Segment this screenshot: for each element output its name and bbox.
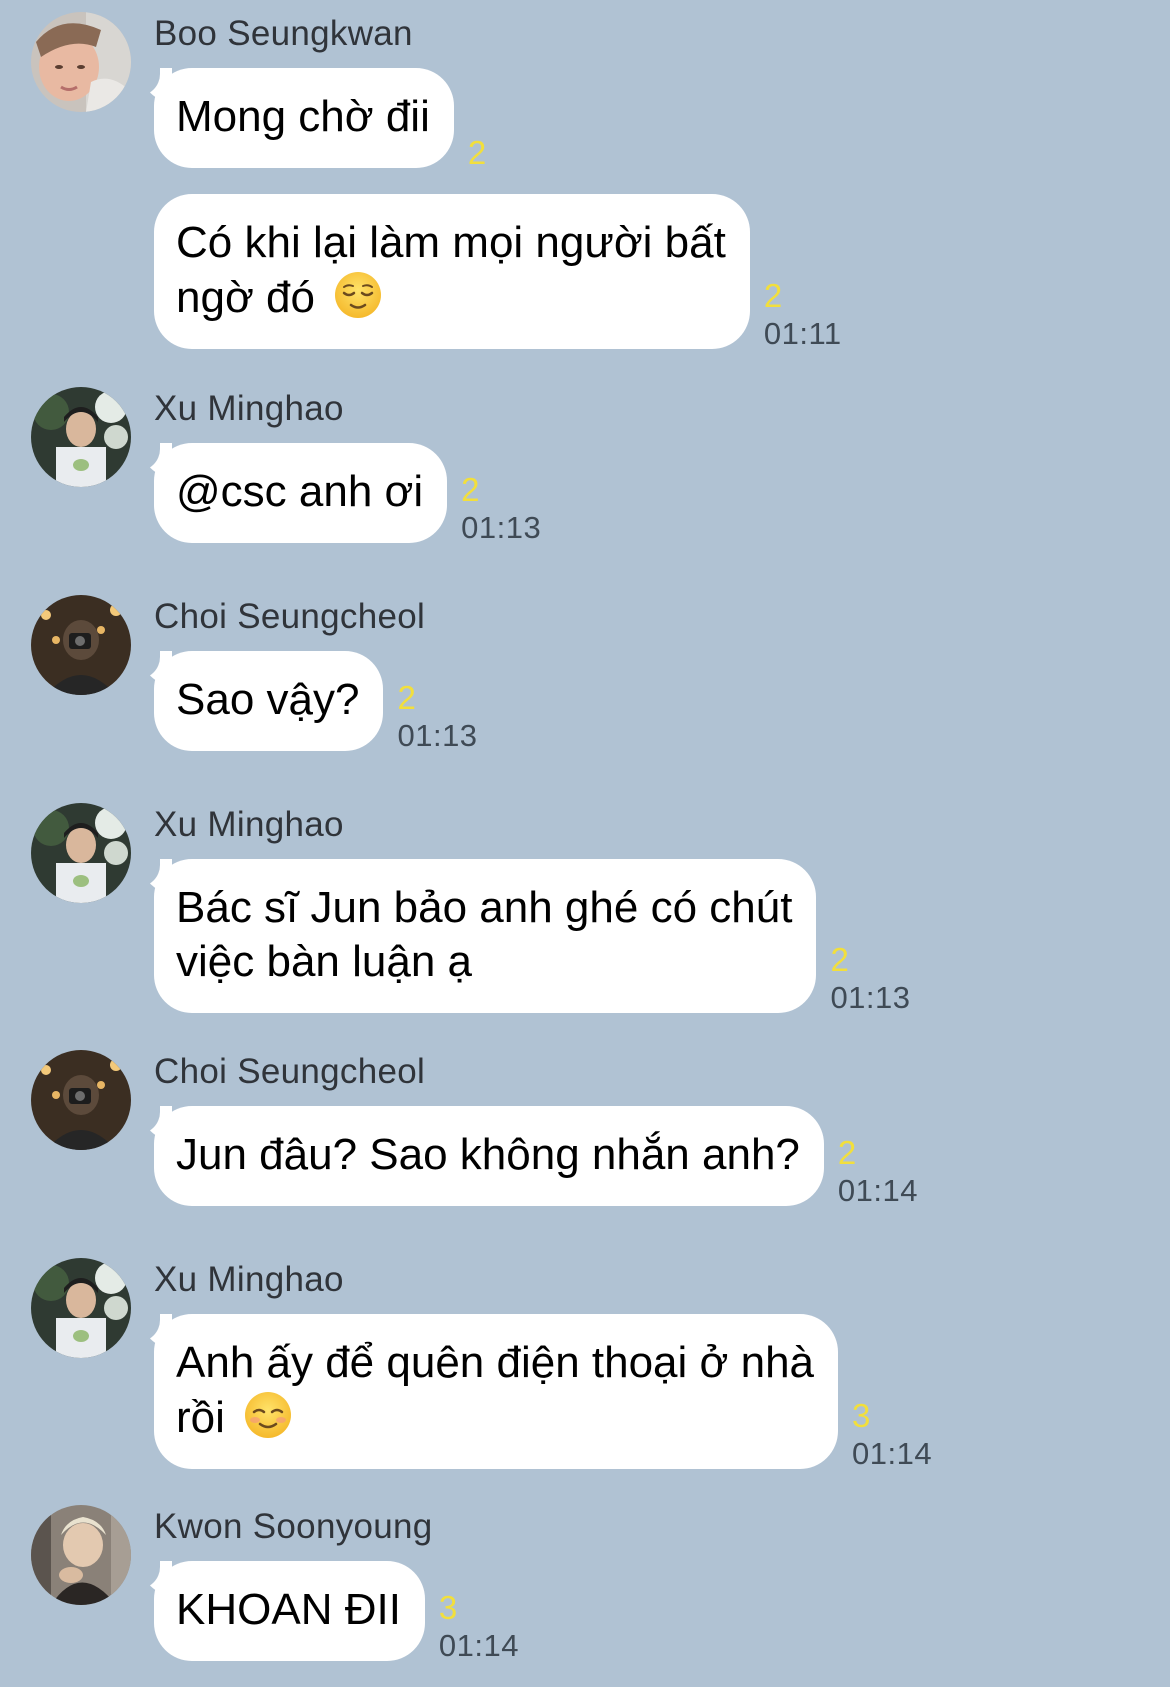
message-text-line: việc bàn luận ạ — [176, 937, 472, 986]
sender-name: Xu Minghao — [154, 389, 344, 428]
message-meta: 3 01:14 — [852, 1397, 932, 1473]
avatar-photo-icon — [31, 12, 131, 112]
message-bubble[interactable]: Sao vậy? — [135, 649, 384, 751]
relieved-face-emoji-icon — [333, 270, 383, 320]
unread-count: 2 — [837, 1134, 857, 1171]
sender-name: Xu Minghao — [154, 805, 344, 844]
sender-name: Choi Seungcheol — [154, 1052, 426, 1091]
message-text-line: Bác sĩ Jun bảo anh ghé có chút — [176, 883, 793, 932]
message-time: 01:13 — [397, 718, 478, 753]
avatar-photo-icon — [31, 595, 131, 695]
avatar-photo-icon — [31, 1258, 131, 1358]
avatar[interactable] — [31, 387, 131, 487]
chat-window[interactable]: Boo Seungkwan Mong chờ đii 2 Có khi lại … — [0, 0, 1170, 1687]
message-row: Sao vậy? 2 01:13 — [135, 649, 478, 753]
message-meta: 2 01:11 — [764, 277, 842, 353]
message-text: Sao vậy? — [176, 675, 360, 724]
message-bubble[interactable]: KHOAN ĐII — [136, 1559, 425, 1661]
unread-count: 2 — [830, 941, 849, 978]
message-bubble[interactable]: Mong chờ đii — [136, 66, 454, 168]
message-text-line: Anh ấy để quên điện thoại ở nhà — [176, 1338, 815, 1387]
message-meta: 3 01:14 — [439, 1589, 519, 1665]
message-text-line: rồi — [176, 1393, 225, 1442]
avatar-photo-icon — [31, 803, 131, 903]
unread-count: 3 — [438, 1589, 458, 1626]
message-row: Có khi lại làm mọi người bất ngờ đó 2 01… — [154, 194, 842, 351]
sender-name: Kwon Soonyoung — [154, 1507, 433, 1546]
sender-name: Boo Seungkwan — [154, 14, 413, 53]
avatar[interactable] — [31, 1258, 131, 1358]
message-meta: 2 01:13 — [461, 471, 541, 547]
message-time: 01:13 — [461, 510, 542, 545]
message-time: 01:14 — [852, 1436, 933, 1471]
avatar-photo-icon — [31, 1050, 131, 1150]
message-row: @csc anh ơi 2 01:13 — [135, 441, 541, 545]
sender-name: Choi Seungcheol — [154, 597, 426, 636]
message-time: 01:14 — [837, 1173, 918, 1208]
message-bubble[interactable]: Có khi lại làm mọi người bất ngờ đó — [154, 194, 750, 349]
unread-count: 2 — [397, 679, 416, 716]
message-row: Anh ấy để quên điện thoại ở nhà rồi 3 01… — [135, 1312, 932, 1471]
message-meta: 2 — [468, 134, 486, 172]
avatar[interactable] — [31, 1505, 131, 1605]
unread-count: 3 — [852, 1397, 871, 1434]
avatar[interactable] — [31, 803, 131, 903]
smiling-face-emoji-icon — [243, 1390, 293, 1440]
message-row: Jun đâu? Sao không nhắn anh? 2 01:14 — [136, 1104, 918, 1208]
unread-count: 2 — [461, 471, 480, 508]
message-text-line: Có khi lại làm mọi người bất — [176, 218, 726, 267]
message-time: 01:14 — [438, 1628, 519, 1663]
message-text: KHOAN ĐII — [176, 1585, 401, 1634]
avatar[interactable] — [31, 1050, 131, 1150]
message-row: Mong chờ đii 2 — [136, 66, 486, 171]
avatar[interactable] — [31, 595, 131, 695]
message-meta: 2 01:14 — [838, 1134, 918, 1210]
message-bubble[interactable]: Jun đâu? Sao không nhắn anh? — [136, 1104, 824, 1206]
avatar-photo-icon — [31, 387, 131, 487]
message-bubble[interactable]: @csc anh ơi — [135, 441, 448, 543]
unread-count: 2 — [467, 134, 487, 171]
message-text: Jun đâu? Sao không nhắn anh? — [176, 1130, 800, 1179]
sender-name: Xu Minghao — [154, 1260, 344, 1299]
message-text: @csc anh ơi — [176, 467, 424, 516]
message-bubble[interactable]: Bác sĩ Jun bảo anh ghé có chút việc bàn … — [135, 857, 817, 1013]
message-meta: 2 01:13 — [397, 679, 477, 755]
avatar[interactable] — [31, 12, 131, 112]
message-bubble[interactable]: Anh ấy để quên điện thoại ở nhà rồi — [135, 1312, 839, 1469]
message-text: Mong chờ đii — [176, 92, 430, 141]
message-row: KHOAN ĐII 3 01:14 — [136, 1559, 519, 1663]
avatar-photo-icon — [31, 1505, 131, 1605]
message-time: 01:13 — [830, 980, 911, 1015]
message-row: Bác sĩ Jun bảo anh ghé có chút việc bàn … — [135, 857, 911, 1015]
message-text-line: ngờ đó — [176, 273, 315, 322]
unread-count: 2 — [763, 277, 783, 314]
message-time: 01:11 — [763, 316, 842, 351]
message-meta: 2 01:13 — [830, 941, 910, 1017]
